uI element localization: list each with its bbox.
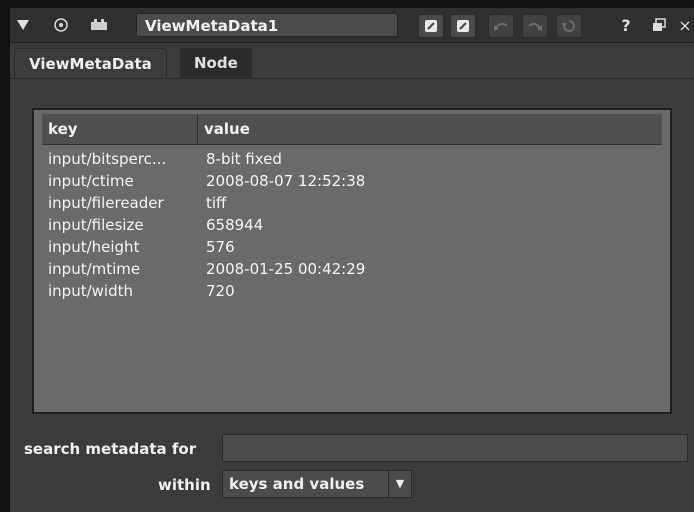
value-cell: tiff [206, 194, 227, 212]
collapse-triangle-icon[interactable] [16, 14, 30, 36]
tab-viewmetadata[interactable]: ViewMetaData [14, 48, 167, 79]
column-header-value[interactable]: value [198, 114, 662, 144]
float-icon[interactable] [650, 14, 668, 36]
within-selected-value: keys and values [229, 475, 365, 493]
node-name-field[interactable]: ViewMetaData1 [136, 13, 398, 37]
table-row[interactable]: input/bitsperc... 8-bit fixed [48, 148, 658, 170]
help-icon[interactable]: ? [618, 14, 634, 36]
table-body: input/bitsperc... 8-bit fixed input/ctim… [48, 148, 658, 302]
key-cell: input/ctime [48, 172, 134, 190]
value-cell: 2008-01-25 00:42:29 [206, 260, 366, 278]
key-cell: input/filesize [48, 216, 144, 234]
table-header: key value [42, 114, 662, 145]
value-cell: 658944 [206, 216, 264, 234]
key-cell: input/bitsperc... [48, 150, 167, 168]
properties-panel: ViewMetaData1 ? × ViewMetaData Node key … [10, 8, 694, 512]
node-icon[interactable] [86, 14, 112, 36]
value-cell: 720 [206, 282, 235, 300]
value-cell: 576 [206, 238, 235, 256]
tab-node[interactable]: Node [180, 48, 252, 78]
within-dropdown[interactable]: keys and values ▼ [222, 470, 412, 498]
redo-icon[interactable] [522, 14, 548, 38]
table-row[interactable]: input/height 576 [48, 236, 658, 258]
table-row[interactable]: input/ctime 2008-08-07 12:52:38 [48, 170, 658, 192]
metadata-table[interactable]: key value input/bitsperc... 8-bit fixed … [32, 108, 672, 414]
value-cell: 2008-08-07 12:52:38 [206, 172, 366, 190]
table-row[interactable]: input/width 720 [48, 280, 658, 302]
key-cell: input/filereader [48, 194, 164, 212]
revert-icon[interactable] [556, 14, 582, 38]
key-cell: input/width [48, 282, 133, 300]
close-icon[interactable]: × [678, 14, 692, 36]
table-row[interactable]: input/filereader tiff [48, 192, 658, 214]
value-cell: 8-bit fixed [206, 150, 282, 168]
table-row[interactable]: input/filesize 658944 [48, 214, 658, 236]
panel-toolbar: ViewMetaData1 ? × [10, 8, 694, 43]
search-metadata-input[interactable] [222, 434, 688, 462]
copy-icon[interactable] [418, 14, 444, 38]
search-label: search metadata for [24, 440, 197, 458]
chevron-down-icon[interactable]: ▼ [388, 471, 411, 497]
undo-icon[interactable] [488, 14, 514, 38]
table-row[interactable]: input/mtime 2008-01-25 00:42:29 [48, 258, 658, 280]
paste-icon[interactable] [450, 14, 476, 38]
within-label: within [158, 476, 211, 494]
key-cell: input/height [48, 238, 140, 256]
key-cell: input/mtime [48, 260, 141, 278]
tab-divider [10, 78, 694, 79]
column-header-key[interactable]: key [42, 114, 198, 144]
eye-icon[interactable] [50, 14, 72, 36]
